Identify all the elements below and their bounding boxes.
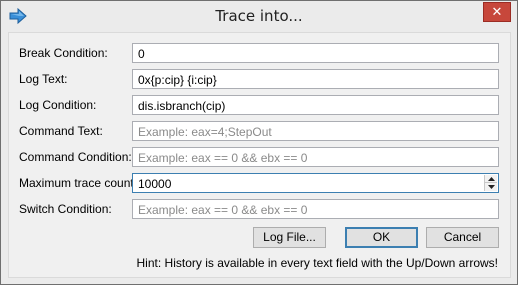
- title-bar[interactable]: Trace into... ✕: [1, 1, 517, 31]
- log-condition-row: Log Condition: dis.isbranch(cip): [9, 95, 512, 115]
- log-text-label: Log Text:: [19, 72, 68, 86]
- max-trace-count-row: Maximum trace count: 10000: [9, 173, 512, 193]
- break-condition-label: Break Condition:: [19, 46, 108, 60]
- log-file-button[interactable]: Log File...: [253, 227, 326, 248]
- spin-down-button[interactable]: [485, 183, 497, 191]
- command-condition-label: Command Condition:: [19, 150, 132, 164]
- max-trace-count-value: 10000: [138, 177, 172, 191]
- max-trace-count-spinbox[interactable]: 10000: [132, 173, 499, 193]
- command-text-input[interactable]: Example: eax=4;StepOut: [132, 121, 499, 141]
- close-button[interactable]: ✕: [483, 2, 511, 22]
- window-title: Trace into...: [215, 7, 303, 25]
- command-text-row: Command Text: Example: eax=4;StepOut: [9, 121, 512, 141]
- cancel-button[interactable]: Cancel: [426, 227, 499, 248]
- log-condition-label: Log Condition:: [19, 98, 97, 112]
- spin-buttons: [484, 175, 497, 191]
- ok-button[interactable]: OK: [345, 227, 418, 248]
- switch-condition-row: Switch Condition: Example: eax == 0 && e…: [9, 199, 512, 219]
- command-condition-row: Command Condition: Example: eax == 0 && …: [9, 147, 512, 167]
- close-icon: ✕: [491, 4, 503, 20]
- log-text-input[interactable]: 0x{p:cip} {i:cip}: [132, 69, 499, 89]
- chevron-up-icon: [487, 176, 495, 181]
- break-condition-input[interactable]: 0: [132, 43, 499, 63]
- history-hint: Hint: History is available in every text…: [136, 256, 498, 270]
- log-text-row: Log Text: 0x{p:cip} {i:cip}: [9, 69, 512, 89]
- command-condition-input[interactable]: Example: eax == 0 && ebx == 0: [132, 147, 499, 167]
- switch-condition-label: Switch Condition:: [19, 202, 112, 216]
- switch-condition-input[interactable]: Example: eax == 0 && ebx == 0: [132, 199, 499, 219]
- command-text-label: Command Text:: [19, 124, 103, 138]
- trace-into-dialog: Trace into... ✕ Break Condition: 0 Log T…: [0, 0, 518, 285]
- chevron-down-icon: [487, 185, 495, 189]
- spin-up-button[interactable]: [485, 175, 497, 183]
- break-condition-row: Break Condition: 0: [9, 43, 512, 63]
- log-condition-input[interactable]: dis.isbranch(cip): [132, 95, 499, 115]
- dialog-body: Break Condition: 0 Log Text: 0x{p:cip} {…: [8, 32, 511, 278]
- max-trace-count-label: Maximum trace count:: [19, 176, 138, 190]
